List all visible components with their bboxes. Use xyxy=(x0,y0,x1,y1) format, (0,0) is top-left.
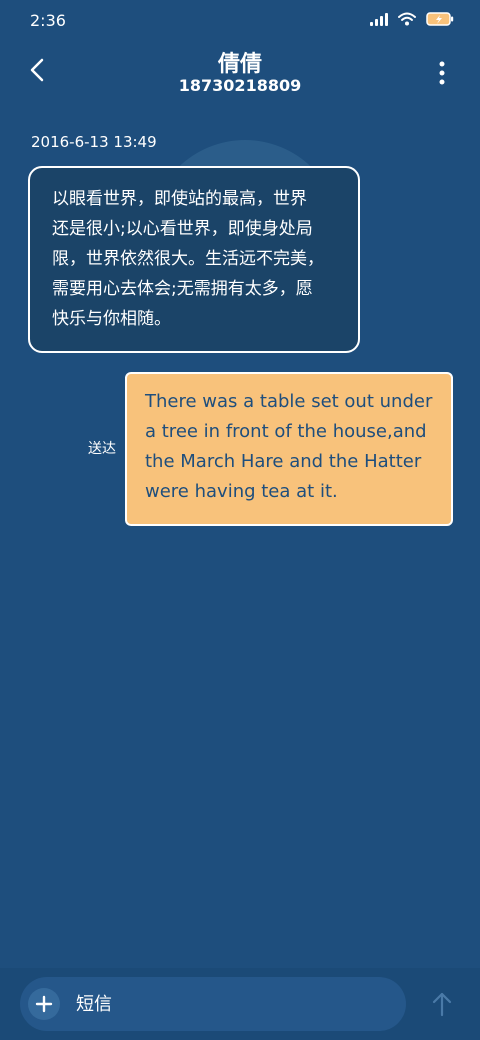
contact-number: 18730218809 xyxy=(178,76,302,95)
conversation-header: 倩倩 18730218809 xyxy=(0,40,480,110)
status-bar: 2:36 xyxy=(0,0,480,40)
send-button[interactable] xyxy=(430,990,454,1018)
plus-icon xyxy=(35,995,53,1013)
received-message-bubble[interactable]: 以眼看世界，即使站的最高，世界 还是很小;以心看世界，即使身处局 限，世界依然很… xyxy=(28,166,360,353)
status-icons xyxy=(370,12,454,26)
message-line: 以眼看世界，即使站的最高，世界 xyxy=(52,189,307,209)
message-composer: 短信 xyxy=(0,968,480,1040)
arrow-up-icon xyxy=(432,992,452,1017)
sent-message-bubble[interactable]: There was a table set out under a tree i… xyxy=(125,372,453,526)
message-line: There was a table set out under xyxy=(145,391,433,412)
delivery-status: 送达 xyxy=(88,441,116,457)
more-vertical-icon xyxy=(439,61,445,85)
more-options-button[interactable] xyxy=(430,56,454,88)
wifi-icon xyxy=(398,12,416,26)
message-line: 快乐与你相随。 xyxy=(52,309,171,329)
signal-icon xyxy=(370,12,388,26)
add-attachment-button[interactable] xyxy=(28,988,60,1020)
message-line: were having tea at it. xyxy=(145,481,338,502)
battery-icon xyxy=(426,12,454,26)
message-line: 需要用心去体会;无需拥有太多，愿 xyxy=(52,279,313,299)
message-line: 还是很小;以心看世界，即使身处局 xyxy=(52,219,313,239)
message-line: the March Hare and the Hatter xyxy=(145,451,422,472)
messaging-screen: 2:36 倩倩 18730218809 2016-6-13 13:49 以眼看世… xyxy=(0,0,480,1040)
status-time: 2:36 xyxy=(30,11,66,30)
message-timestamp: 2016-6-13 13:49 xyxy=(31,133,157,151)
contact-name: 倩倩 xyxy=(217,52,262,77)
message-line: 限，世界依然很大。生活远不完美， xyxy=(52,249,324,269)
message-line: a tree in front of the house,and xyxy=(145,421,427,442)
message-input[interactable]: 短信 xyxy=(76,990,112,1016)
